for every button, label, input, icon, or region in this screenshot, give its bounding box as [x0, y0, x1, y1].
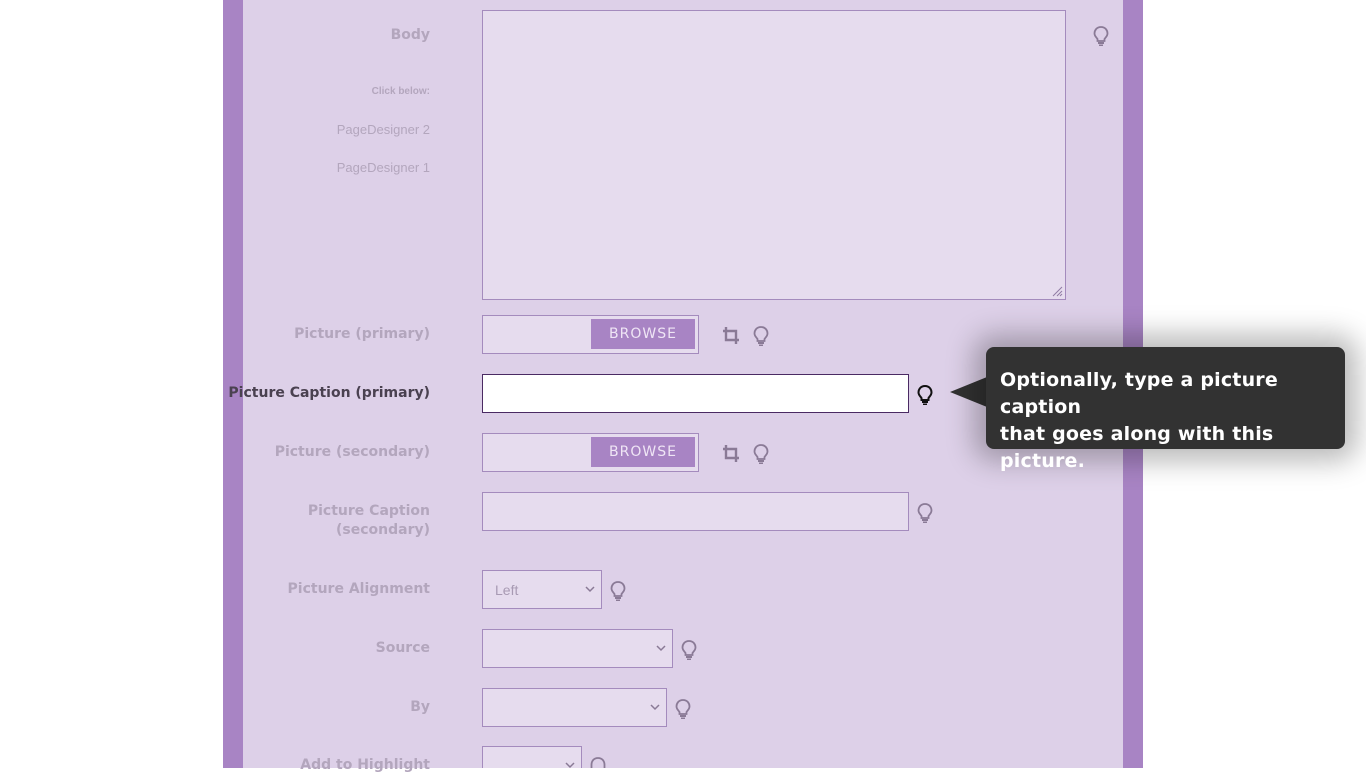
lightbulb-icon[interactable] — [915, 384, 935, 406]
tooltip-text: Optionally, type a picture caption that … — [1000, 367, 1340, 475]
chevron-down-icon — [585, 586, 595, 593]
pagedesigner-2-link[interactable]: PageDesigner 2 — [337, 122, 430, 137]
chevron-down-icon — [656, 645, 666, 652]
lightbulb-icon[interactable] — [915, 502, 935, 524]
browse-secondary-button[interactable]: BROWSE — [591, 437, 695, 467]
by-label: By — [410, 699, 430, 715]
tooltip-line-2: that goes along with this picture. — [1000, 423, 1274, 472]
highlight-label: Add to Highlight — [300, 757, 430, 773]
resize-handle-icon[interactable] — [1051, 285, 1063, 297]
browse-primary-button[interactable]: BROWSE — [591, 319, 695, 349]
picture-secondary-label: Picture (secondary) — [274, 444, 430, 460]
lightbulb-icon[interactable] — [673, 698, 693, 720]
caption-tooltip: Optionally, type a picture caption that … — [986, 347, 1345, 472]
lightbulb-icon[interactable] — [679, 639, 699, 661]
lightbulb-icon[interactable] — [751, 325, 771, 347]
crop-icon[interactable] — [721, 325, 741, 347]
lightbulb-icon[interactable] — [751, 443, 771, 465]
crop-icon[interactable] — [721, 443, 741, 465]
caption-secondary-label-2: (secondary) — [335, 522, 430, 538]
caption-secondary-label-1: Picture Caption — [307, 503, 430, 519]
pagedesigner-1-link[interactable]: PageDesigner 1 — [337, 160, 430, 175]
chevron-down-icon — [650, 704, 660, 711]
caption-secondary-input[interactable] — [482, 492, 909, 531]
body-label: Body — [390, 27, 430, 43]
source-select[interactable] — [482, 629, 673, 668]
highlight-select[interactable] — [482, 746, 582, 769]
picture-primary-file[interactable]: BROWSE — [482, 315, 699, 354]
tooltip-line-1: Optionally, type a picture caption — [1000, 369, 1278, 418]
picture-secondary-file[interactable]: BROWSE — [482, 433, 699, 472]
alignment-select[interactable]: Left — [482, 570, 602, 609]
lightbulb-icon[interactable] — [1091, 25, 1111, 47]
alignment-value: Left — [495, 582, 519, 598]
lightbulb-icon[interactable] — [588, 756, 608, 768]
by-select[interactable] — [482, 688, 667, 727]
click-below-label: Click below: — [371, 86, 430, 97]
lightbulb-icon[interactable] — [608, 580, 628, 602]
alignment-label: Picture Alignment — [287, 581, 430, 597]
caption-primary-label: Picture Caption (primary) — [228, 385, 430, 401]
picture-primary-label: Picture (primary) — [294, 326, 430, 342]
tooltip-arrow — [950, 377, 987, 407]
source-label: Source — [375, 640, 430, 656]
caption-primary-input[interactable] — [482, 374, 909, 413]
body-textarea[interactable] — [482, 10, 1066, 300]
